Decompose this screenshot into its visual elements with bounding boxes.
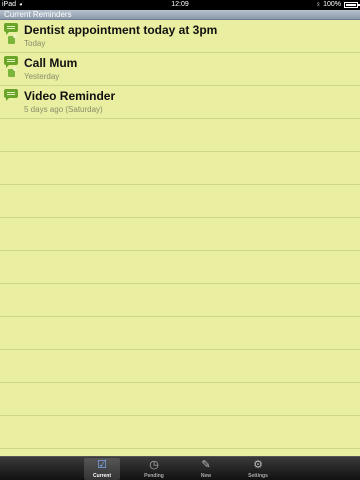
list-item[interactable]: Dentist appointment today at 3pm Today bbox=[0, 20, 360, 53]
reminder-title: Video Reminder bbox=[24, 89, 116, 103]
reminder-title: Dentist appointment today at 3pm bbox=[24, 23, 218, 37]
tab-pending[interactable]: ◷ Pending bbox=[136, 458, 172, 480]
reminder-list[interactable]: Dentist appointment today at 3pm Today C… bbox=[0, 20, 360, 456]
clock-icon: ◷ bbox=[149, 459, 159, 471]
tab-label: Pending bbox=[144, 473, 164, 479]
reminder-title: Call Mum bbox=[24, 56, 78, 70]
message-bubble-icon bbox=[4, 89, 18, 101]
tab-settings[interactable]: ⚙ Settings bbox=[240, 458, 276, 480]
message-bubble-icon bbox=[4, 56, 18, 68]
tab-new[interactable]: ✎ New bbox=[188, 458, 224, 480]
battery-percent: 100% bbox=[323, 1, 341, 8]
reminder-date: Yesterday bbox=[24, 72, 60, 81]
battery-fill bbox=[346, 4, 356, 6]
tab-label: Settings bbox=[248, 473, 268, 479]
header-bar: Current Reminders bbox=[0, 10, 360, 20]
tab-label: New bbox=[200, 473, 212, 479]
tab-bar: ☑ Current ◷ Pending ✎ New ⚙ Settings bbox=[0, 456, 360, 480]
tab-label: Current bbox=[92, 473, 112, 479]
checkbox-icon: ☑ bbox=[97, 459, 107, 471]
message-bubble-icon bbox=[4, 23, 18, 35]
bluetooth-icon: ᛟ bbox=[316, 2, 321, 8]
reminder-date: Today bbox=[24, 39, 46, 48]
pin-icon bbox=[8, 67, 17, 77]
clock: 12:09 bbox=[171, 1, 189, 8]
list-item[interactable]: Video Reminder 5 days ago (Saturday) bbox=[0, 86, 360, 119]
gears-icon: ⚙ bbox=[253, 459, 263, 471]
page-title: Current Reminders bbox=[4, 10, 72, 19]
list-item[interactable]: Call Mum Yesterday bbox=[0, 53, 360, 86]
reminder-date: 5 days ago (Saturday) bbox=[24, 105, 103, 114]
pin-icon bbox=[8, 34, 17, 44]
add-reminder-icon: ✎ bbox=[201, 459, 211, 471]
battery-icon bbox=[344, 2, 360, 8]
tab-current[interactable]: ☑ Current bbox=[84, 458, 120, 480]
status-bar: iPad ◕ 12:09 ᛟ 100% bbox=[0, 0, 360, 10]
